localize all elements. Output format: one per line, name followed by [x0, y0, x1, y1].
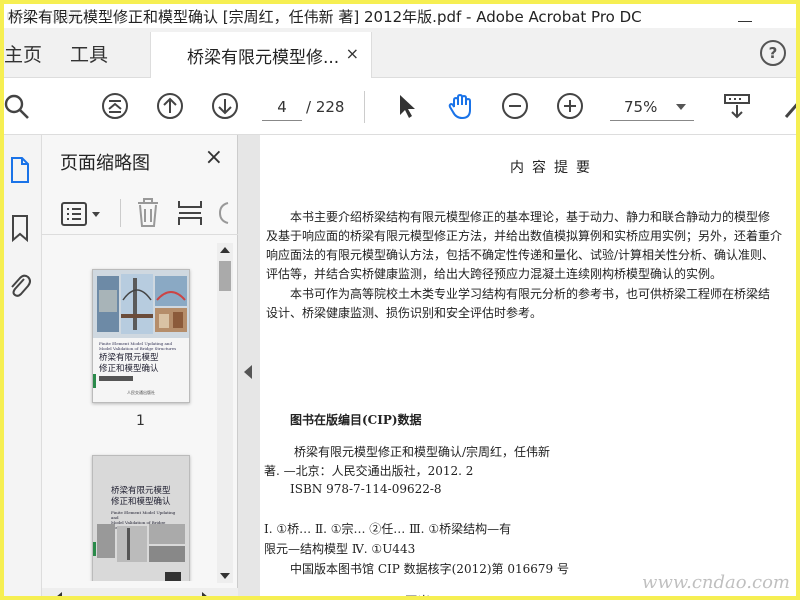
document-page: 内容提要 本书主要介绍桥梁结构有限元模型修正的基本理论，基于动力、静力和联合静动…	[260, 135, 796, 596]
close-tab-button[interactable]: ×	[346, 44, 359, 63]
first-page-icon[interactable]	[100, 91, 130, 121]
keyboard-scroll-icon[interactable]	[722, 91, 752, 121]
select-cursor-icon[interactable]	[392, 91, 422, 121]
tab-home[interactable]: 主页	[4, 40, 42, 67]
previous-page-icon[interactable]	[155, 91, 185, 121]
rotate-icon[interactable]	[216, 197, 238, 229]
hand-tool-icon[interactable]	[446, 91, 476, 121]
summary-line: 及基于响应面的桥梁有限元模型修正方法，并给出数值模拟算例和实桥应用实例；另外，还…	[266, 229, 783, 243]
cover-barcode	[165, 572, 181, 581]
cover-tab-mark	[93, 542, 96, 556]
zoom-in-icon[interactable]	[555, 91, 585, 121]
window-title: 桥梁有限元模型修正和模型确认 [宗周红，任伟新 著] 2012年版.pdf - …	[8, 7, 642, 26]
tab-document[interactable]: 桥梁有限元模型修... ×	[150, 32, 372, 78]
page-total: / 228	[306, 98, 345, 116]
thumbnail-scrollbar[interactable]	[217, 243, 233, 583]
insert-pages-icon[interactable]	[176, 197, 204, 229]
cover-publisher: 人民交通出版社	[127, 390, 155, 395]
cover-title-line-1: 桥梁有限元模型	[99, 353, 159, 363]
panel-divider	[120, 199, 121, 227]
cip-line: 中国版本图书馆 CIP 数据核字(2012)第 016679 号	[290, 562, 569, 576]
cip-line: 桥梁有限元模型修正和模型确认/宗周红，任伟新	[294, 445, 551, 459]
page-thumbnail-1[interactable]: Finite Element Model Updating and Model …	[92, 269, 190, 403]
cover-title-line-2: 修正和模型确认	[111, 497, 171, 507]
cover-english-line-2: Model Validation of Bridge Structures	[99, 346, 177, 351]
app-window: 桥梁有限元模型修正和模型确认 [宗周红，任伟新 著] 2012年版.pdf - …	[0, 0, 800, 600]
toolbar: 4 / 228 75%	[4, 79, 796, 135]
cover-redaction-bar	[99, 376, 133, 381]
cover-title-line-2: 修正和模型确认	[99, 364, 159, 374]
search-icon[interactable]	[4, 91, 34, 121]
summary-line: 本书可作为高等院校土木类专业学习结构有限元分析的参考书，也可供桥梁工程师在桥梁结	[290, 287, 771, 301]
help-icon[interactable]: ?	[760, 40, 786, 66]
bookmark-icon[interactable]	[8, 213, 32, 243]
cover-photos	[93, 270, 189, 338]
cip-title: 图书在版编目(CIP)数据	[290, 413, 422, 427]
summary-line: 评估等，并结合实桥健康监测，给出大跨径预应力混凝土连续刚构桥模型确认的实例。	[266, 267, 723, 281]
scroll-left-arrow[interactable]	[56, 592, 62, 596]
options-menu-icon[interactable]	[60, 201, 104, 227]
scroll-right-arrow[interactable]	[202, 592, 208, 596]
cip-line: ISBN 978-7-114-09622-8	[290, 482, 442, 496]
thumbnail-label: 1	[136, 413, 145, 429]
thumbnail-hscrollbar[interactable]	[42, 588, 238, 596]
page-heading: 内容提要	[510, 160, 598, 176]
summary-line: 本书主要介绍桥梁结构有限元模型修正的基本理论，基于动力、静力和联合静动力的模型修	[290, 210, 771, 224]
chevron-down-icon	[676, 104, 686, 110]
panel-splitter[interactable]	[238, 135, 260, 596]
page-thumbnails-icon[interactable]	[8, 155, 32, 185]
tab-bar: 主页 工具 桥梁有限元模型修... × ?	[4, 28, 796, 78]
scroll-up-arrow[interactable]	[220, 247, 230, 253]
summary-line: 响应面法的有限元模型确认方法，包括不确定性传递和量化、试验/计算相关性分析、确认…	[266, 248, 775, 262]
scroll-down-arrow[interactable]	[220, 573, 230, 579]
next-page-icon[interactable]	[210, 91, 240, 121]
tab-tools[interactable]: 工具	[70, 40, 108, 67]
close-panel-button[interactable]: ×	[205, 145, 223, 170]
cover-photos	[97, 524, 185, 562]
page-number-input[interactable]: 4	[262, 93, 302, 121]
pen-icon[interactable]	[780, 91, 800, 121]
cover-tab-mark	[93, 374, 96, 388]
page-thumbnail-2[interactable]: 桥梁有限元模型 修正和模型确认 Finite Element Model Upd…	[92, 455, 190, 581]
toolbar-divider	[364, 91, 365, 123]
cip-line: 限元—结构模型 Ⅳ. ①U443	[264, 542, 416, 556]
summary-line: 设计、桥梁健康监测、损伤识别和安全评估时参考。	[266, 306, 543, 320]
cover-title-line-1: 桥梁有限元模型	[111, 486, 171, 496]
zoom-select[interactable]: 75%	[610, 93, 694, 121]
thumbnail-panel: 页面缩略图 × Finite Element Model Updating an…	[42, 135, 238, 596]
scroll-thumb[interactable]	[219, 261, 231, 291]
zoom-out-icon[interactable]	[500, 91, 530, 121]
cover-english-line-1: Finite Element Model Updating and	[111, 510, 176, 520]
navigation-rail	[4, 135, 42, 596]
zoom-value: 75%	[624, 98, 658, 116]
title-bar: 桥梁有限元模型修正和模型确认 [宗周红，任伟新 著] 2012年版.pdf - …	[4, 4, 796, 28]
cip-line: Ⅰ. ①桥… Ⅱ. ①宗… ②任… Ⅲ. ①桥梁结构—有	[264, 522, 512, 536]
site-watermark: www.cndao.com	[642, 572, 790, 593]
thumbnail-list: Finite Element Model Updating and Model …	[42, 241, 220, 581]
page-dimensions: 17.938 × 25.988 厘米	[290, 591, 430, 596]
panel-toolbar	[42, 191, 238, 235]
tab-document-label: 桥梁有限元模型修...	[187, 47, 340, 68]
cip-line: 著. —北京：人民交通出版社，2012. 2	[264, 464, 474, 478]
panel-title: 页面缩略图	[60, 153, 150, 174]
collapse-panel-icon[interactable]	[244, 365, 252, 379]
minimize-button[interactable]	[738, 8, 752, 22]
attachment-icon[interactable]	[6, 269, 32, 299]
trash-icon[interactable]	[134, 197, 162, 229]
